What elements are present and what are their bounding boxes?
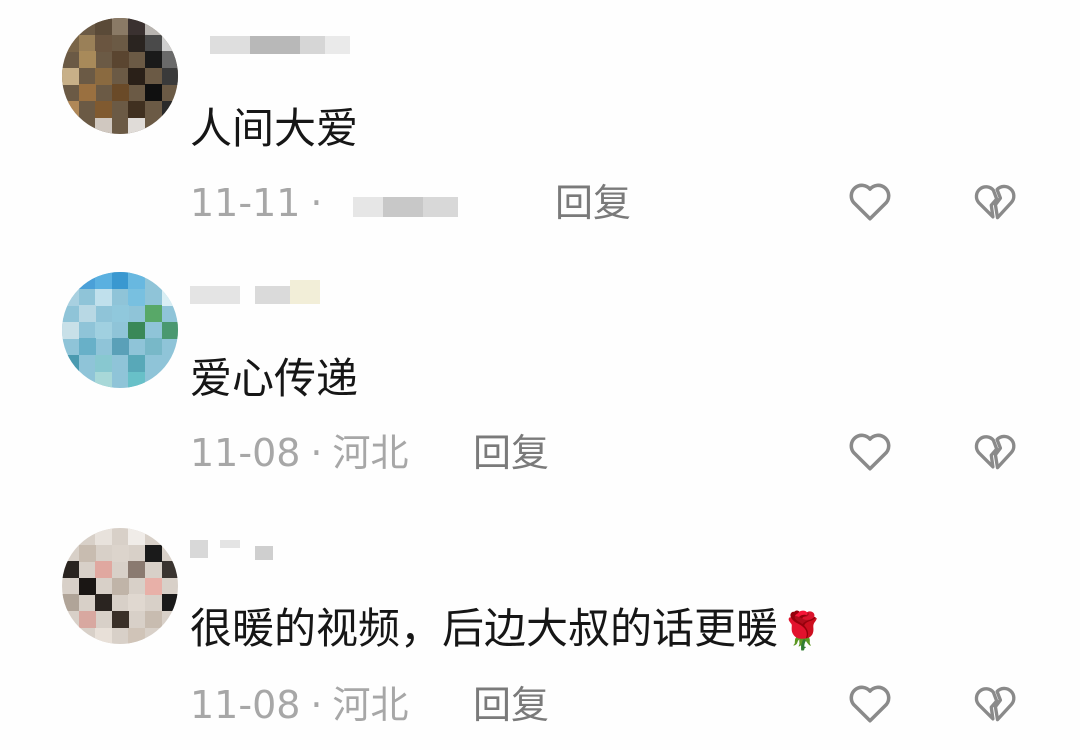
comment-meta: 11-08 · 河北 [190, 430, 409, 476]
avatar[interactable] [62, 18, 178, 134]
heart-outline-icon [849, 183, 891, 221]
broken-heart-outline-icon [974, 686, 1016, 722]
comment-item: 爱心传递 11-08 · 河北 回复 [0, 250, 1080, 500]
comment-item: 很暖的视频，后边大叔的话更暖🌹 11-08 · 河北 回复 [0, 500, 1080, 750]
reply-button[interactable]: 回复 [473, 430, 549, 476]
dislike-button[interactable] [970, 176, 1020, 226]
comment-location [333, 191, 483, 221]
heart-outline-icon [849, 433, 891, 471]
comment-text: 人间大爱 [190, 104, 359, 153]
broken-heart-outline-icon [974, 184, 1016, 220]
comment-item: 人间大爱 11-11 · 回复 [0, 0, 1080, 250]
avatar[interactable] [62, 272, 178, 388]
like-button[interactable] [845, 678, 895, 728]
broken-heart-outline-icon [974, 434, 1016, 470]
rose-emoji-icon: 🌹 [780, 610, 825, 652]
like-button[interactable] [845, 176, 895, 226]
dislike-button[interactable] [970, 426, 1020, 476]
comment-date: 11-08 [190, 431, 301, 475]
comment-meta: 11-11 · [190, 180, 483, 226]
meta-separator: · [310, 181, 323, 225]
meta-separator: · [310, 683, 323, 727]
comment-meta: 11-08 · 河北 [190, 682, 409, 728]
reply-button[interactable]: 回复 [555, 180, 631, 226]
comment-text: 很暖的视频，后边大叔的话更暖🌹 [190, 605, 825, 656]
like-button[interactable] [845, 426, 895, 476]
comment-date: 11-08 [190, 683, 301, 727]
comment-text: 爱心传递 [190, 354, 359, 403]
meta-separator: · [310, 431, 323, 475]
comment-date: 11-11 [190, 181, 301, 225]
comment-location: 河北 [332, 683, 409, 727]
avatar[interactable] [62, 528, 178, 644]
comment-location: 河北 [332, 431, 409, 475]
reply-button[interactable]: 回复 [473, 682, 549, 728]
comment-text-content: 很暖的视频，后边大叔的话更暖 [190, 604, 779, 653]
heart-outline-icon [849, 685, 891, 723]
dislike-button[interactable] [970, 678, 1020, 728]
